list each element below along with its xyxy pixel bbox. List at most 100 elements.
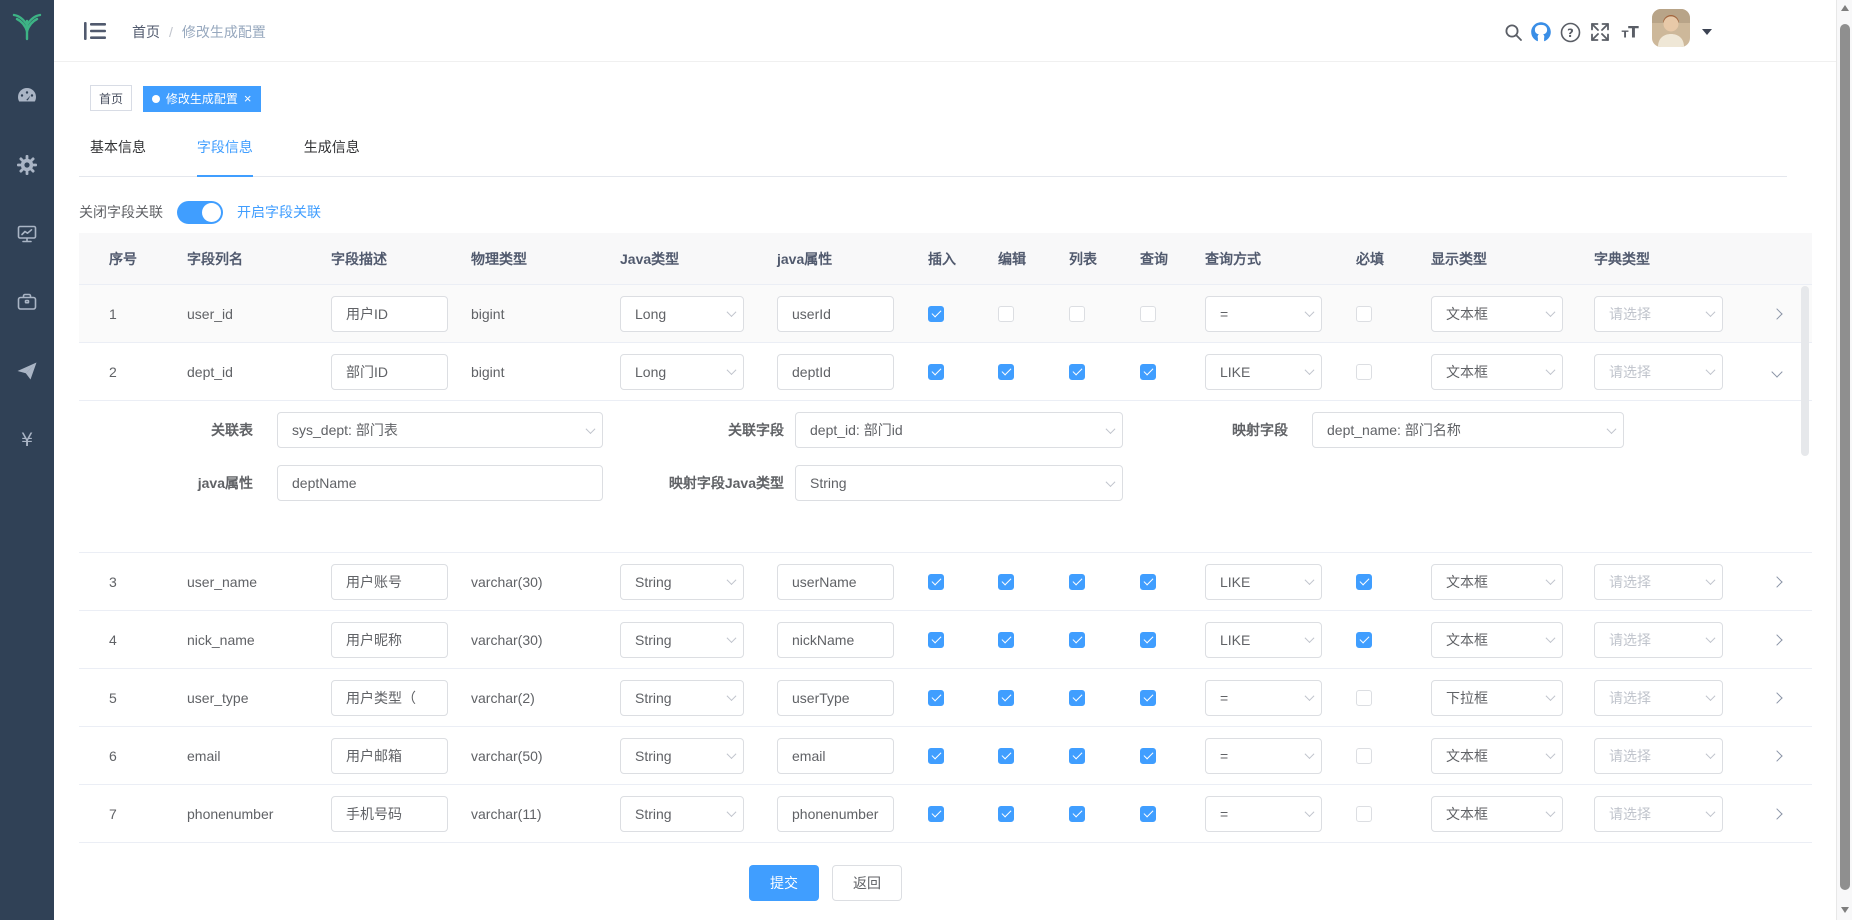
expand-row-icon[interactable] [1771,634,1782,645]
java-field-input[interactable]: userName [777,564,894,600]
association-toggle[interactable] [177,201,223,224]
sidebar-item-tool[interactable] [0,280,54,324]
tag-active-gen-config[interactable]: 修改生成配置 × [143,86,261,112]
question-icon[interactable]: ? [1559,21,1581,43]
java-field-input[interactable]: userId [777,296,894,332]
query-checkbox[interactable] [1140,806,1156,822]
edit-checkbox[interactable] [998,574,1014,590]
java-field-input[interactable]: deptId [777,354,894,390]
scrollbar-thumb[interactable] [1840,24,1850,890]
query-checkbox[interactable] [1140,574,1156,590]
query-type-select[interactable]: LIKE [1205,622,1322,658]
expand-row-icon[interactable] [1771,750,1782,761]
dict-type-select[interactable]: 请选择 [1594,354,1723,390]
font-size-icon[interactable]: T T [1618,21,1640,43]
edit-checkbox[interactable] [998,306,1014,322]
expand-row-icon[interactable] [1771,692,1782,703]
column-desc-input[interactable]: 用户邮箱 [331,738,448,774]
html-type-select[interactable]: 文本框 [1431,564,1563,600]
query-type-select[interactable]: = [1205,796,1322,832]
sidebar-item-monitor[interactable] [0,212,54,256]
dict-type-select[interactable]: 请选择 [1594,680,1723,716]
query-type-select[interactable]: LIKE [1205,354,1322,390]
list-checkbox[interactable] [1069,574,1085,590]
query-type-select[interactable]: = [1205,680,1322,716]
tab-field-info[interactable]: 字段信息 [197,137,253,177]
query-type-select[interactable]: = [1205,296,1322,332]
java-type-select[interactable]: String [620,738,744,774]
sidebar-item-dashboard[interactable] [0,75,54,119]
html-type-select[interactable]: 下拉框 [1431,680,1563,716]
edit-checkbox[interactable] [998,364,1014,380]
java-type-select[interactable]: String [620,564,744,600]
edit-checkbox[interactable] [998,690,1014,706]
java-type-select[interactable]: Long [620,354,744,390]
html-type-select[interactable]: 文本框 [1431,354,1563,390]
scrollbar-down-arrow-icon[interactable] [1837,902,1852,918]
query-type-select[interactable]: = [1205,738,1322,774]
sidebar-item-system[interactable] [0,143,54,187]
query-checkbox[interactable] [1140,690,1156,706]
tag-close-icon[interactable]: × [244,92,252,105]
column-desc-input[interactable]: 手机号码 [331,796,448,832]
sidebar-collapse-icon[interactable] [84,21,106,41]
association-on-label[interactable]: 开启字段关联 [237,202,321,222]
sidebar-item-guide[interactable] [0,349,54,393]
query-type-select[interactable]: LIKE [1205,564,1322,600]
query-checkbox[interactable] [1140,306,1156,322]
required-checkbox[interactable] [1356,690,1372,706]
insert-checkbox[interactable] [928,806,944,822]
expand-row-icon[interactable] [1771,808,1782,819]
submit-button[interactable]: 提交 [749,865,819,901]
expand-row-icon[interactable] [1771,576,1782,587]
java-type-select[interactable]: String [620,796,744,832]
html-type-select[interactable]: 文本框 [1431,622,1563,658]
list-checkbox[interactable] [1069,748,1085,764]
edit-checkbox[interactable] [998,632,1014,648]
java-field-input[interactable]: phonenumber [777,796,894,832]
required-checkbox[interactable] [1356,748,1372,764]
dict-type-select[interactable]: 请选择 [1594,296,1723,332]
dict-type-select[interactable]: 请选择 [1594,796,1723,832]
html-type-select[interactable]: 文本框 [1431,738,1563,774]
tab-basic-info[interactable]: 基本信息 [90,137,146,177]
insert-checkbox[interactable] [928,364,944,380]
list-checkbox[interactable] [1069,690,1085,706]
table-scrollbar-thumb[interactable] [1801,286,1809,456]
expand-row-icon[interactable] [1771,308,1782,319]
list-checkbox[interactable] [1069,364,1085,380]
required-checkbox[interactable] [1356,364,1372,380]
query-checkbox[interactable] [1140,632,1156,648]
query-checkbox[interactable] [1140,364,1156,380]
expand-row-icon[interactable] [1771,366,1782,377]
scrollbar-up-arrow-icon[interactable] [1837,0,1852,16]
dict-type-select[interactable]: 请选择 [1594,564,1723,600]
map-java-type-select[interactable]: String [795,465,1123,501]
java-field-input[interactable]: email [777,738,894,774]
column-desc-input[interactable]: 用户账号 [331,564,448,600]
user-avatar[interactable] [1652,9,1690,47]
java-type-select[interactable]: String [620,622,744,658]
insert-checkbox[interactable] [928,632,944,648]
avatar-caret-down-icon[interactable] [1702,29,1712,35]
sidebar-item-pay[interactable]: ¥ [0,418,54,462]
edit-checkbox[interactable] [998,748,1014,764]
java-type-select[interactable]: String [620,680,744,716]
search-icon[interactable] [1502,21,1524,43]
insert-checkbox[interactable] [928,574,944,590]
page-scrollbar[interactable] [1836,0,1852,920]
insert-checkbox[interactable] [928,690,944,706]
list-checkbox[interactable] [1069,806,1085,822]
map-field-select[interactable]: dept_name: 部门名称 [1312,412,1624,448]
back-button[interactable]: 返回 [832,865,902,901]
required-checkbox[interactable] [1356,806,1372,822]
edit-checkbox[interactable] [998,806,1014,822]
java-field-input[interactable]: nickName [777,622,894,658]
tag-home[interactable]: 首页 [90,85,132,111]
java-field-input[interactable]: userType [777,680,894,716]
html-type-select[interactable]: 文本框 [1431,796,1563,832]
fullscreen-icon[interactable] [1589,21,1611,43]
tab-gen-info[interactable]: 生成信息 [304,137,360,177]
insert-checkbox[interactable] [928,748,944,764]
dict-type-select[interactable]: 请选择 [1594,622,1723,658]
